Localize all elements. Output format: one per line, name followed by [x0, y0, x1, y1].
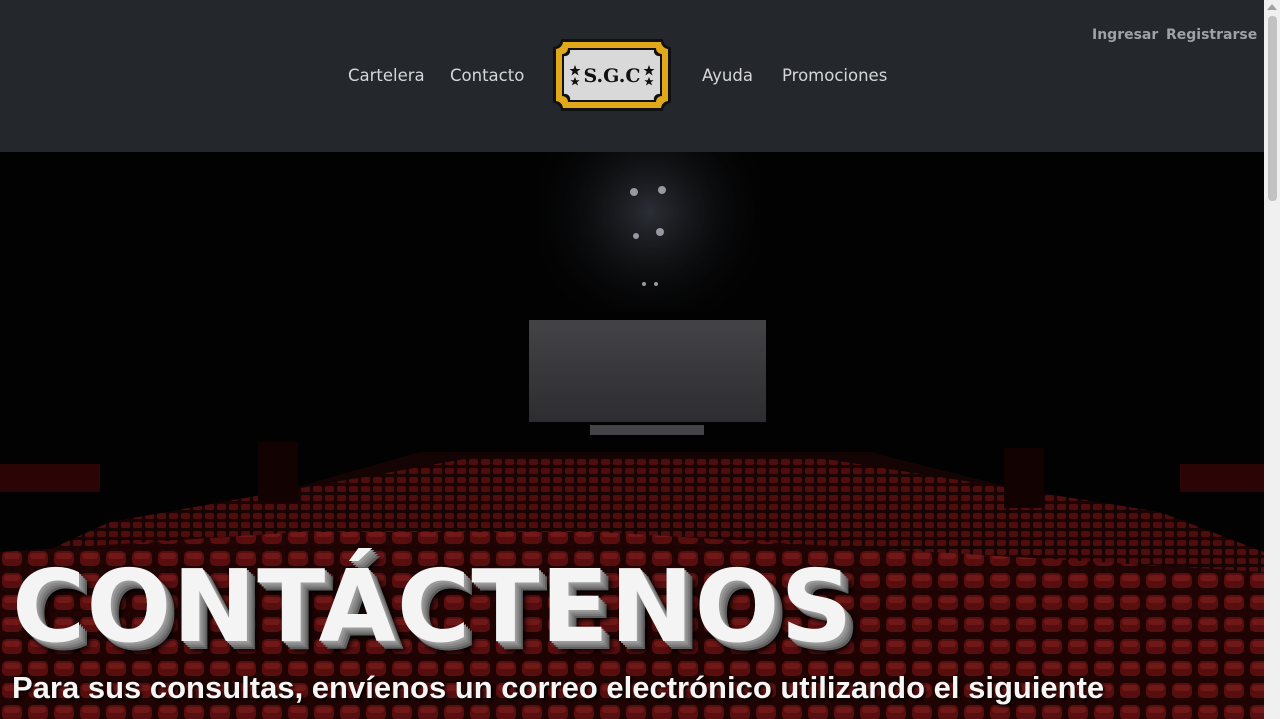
- login-link[interactable]: Ingresar: [1092, 27, 1158, 43]
- hero-title: CONTÁCTENOS: [12, 548, 854, 665]
- logo-text: S.G.C: [584, 65, 641, 87]
- vertical-scrollbar[interactable]: [1264, 0, 1280, 719]
- hero-subtitle: Para sus consultas, envíenos un correo e…: [12, 670, 1105, 705]
- scroll-thumb[interactable]: [1268, 16, 1277, 201]
- nav-link-cartelera[interactable]: Cartelera: [348, 66, 425, 85]
- nav-link-contacto[interactable]: Contacto: [450, 66, 524, 85]
- top-navbar: Cartelera Contacto S.G.C Ayuda Promocion…: [0, 0, 1264, 152]
- nav-link-ayuda[interactable]: Ayuda: [702, 66, 753, 85]
- register-link[interactable]: Registrarse: [1166, 27, 1257, 43]
- nav-link-promociones[interactable]: Promociones: [782, 66, 887, 85]
- sgc-logo[interactable]: S.G.C: [551, 37, 673, 113]
- scroll-up-arrow-icon[interactable]: [1267, 4, 1277, 10]
